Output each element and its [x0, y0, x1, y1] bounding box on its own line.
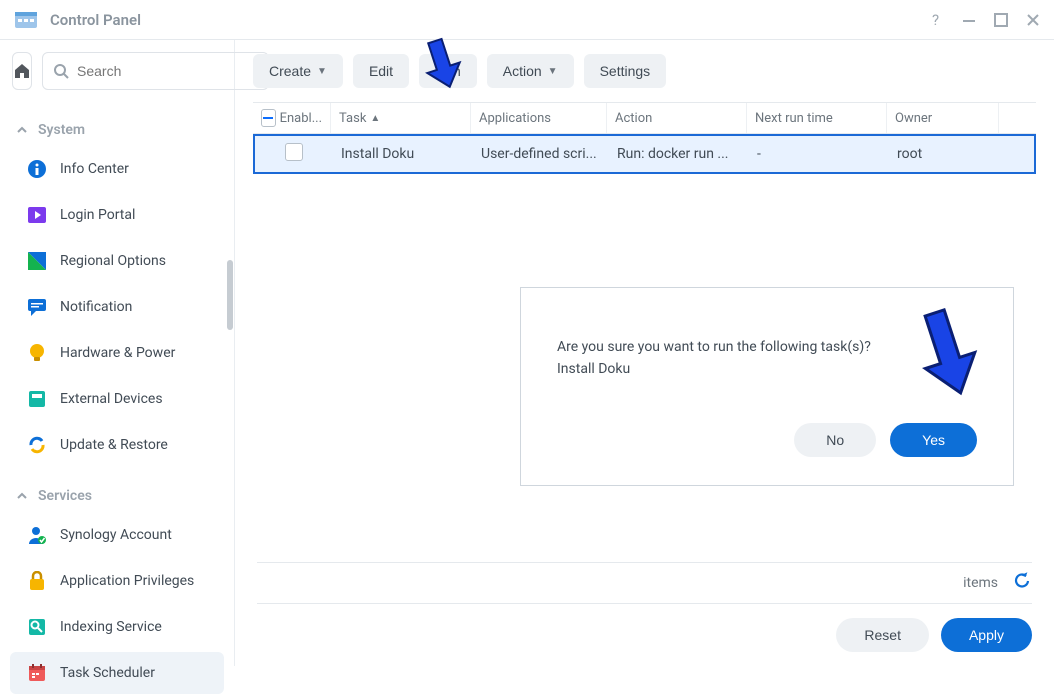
sidebar-item-label: Application Privileges: [60, 573, 194, 589]
th-applications[interactable]: Applications: [471, 103, 607, 133]
th-task[interactable]: Task▲: [331, 103, 471, 133]
lock-icon: [26, 570, 48, 592]
main-panel: Create▼ Edit Run Action▼ Settings Enabl.…: [235, 40, 1054, 666]
sidebar-item-notification[interactable]: Notification: [10, 286, 224, 328]
search-input[interactable]: [77, 63, 258, 79]
refresh-icon: [26, 434, 48, 456]
chevron-up-icon: [16, 490, 28, 502]
dialog-yes-button[interactable]: Yes: [890, 423, 977, 457]
settings-button[interactable]: Settings: [584, 54, 667, 88]
globe-icon: [26, 250, 48, 272]
action-button[interactable]: Action▼: [487, 54, 574, 88]
items-label: items: [963, 575, 998, 591]
bulb-icon: [26, 342, 48, 364]
section-label: System: [38, 122, 85, 138]
sidebar-item-hardware[interactable]: Hardware & Power: [10, 332, 224, 374]
toolbar: Create▼ Edit Run Action▼ Settings: [235, 40, 1054, 102]
run-button[interactable]: Run: [419, 54, 477, 88]
apply-button[interactable]: Apply: [941, 618, 1032, 652]
create-button[interactable]: Create▼: [253, 54, 343, 88]
sidebar-item-task-scheduler[interactable]: Task Scheduler: [10, 652, 224, 694]
info-icon: [26, 158, 48, 180]
sidebar-item-label: Update & Restore: [60, 437, 168, 453]
sidebar-item-label: Synology Account: [60, 527, 172, 543]
section-services[interactable]: Services: [0, 476, 234, 512]
th-owner[interactable]: Owner: [887, 103, 999, 133]
section-label: Services: [38, 488, 92, 504]
dialog-task-name: Install Doku: [557, 358, 977, 380]
row-checkbox[interactable]: [285, 143, 303, 161]
maximize-icon[interactable]: [994, 13, 1008, 27]
table-header: Enabl... Task▲ Applications Action Next …: [253, 102, 1036, 134]
caret-down-icon: ▼: [317, 66, 327, 77]
close-icon[interactable]: [1026, 13, 1040, 27]
cell-action: Run: docker run ...: [609, 146, 749, 162]
sidebar-item-update[interactable]: Update & Restore: [10, 424, 224, 466]
account-icon: [26, 524, 48, 546]
chevron-up-icon: [16, 124, 28, 136]
sort-asc-icon: ▲: [370, 113, 380, 124]
sidebar-item-info-center[interactable]: Info Center: [10, 148, 224, 190]
minimize-icon[interactable]: [962, 13, 976, 27]
sidebar-item-label: Task Scheduler: [60, 665, 155, 681]
svg-text:?: ?: [932, 12, 939, 28]
calendar-icon: [26, 662, 48, 684]
cell-next: -: [749, 146, 889, 162]
checkbox-indeterminate[interactable]: [261, 109, 276, 127]
cell-applications: User-defined scri...: [473, 146, 609, 162]
sidebar-item-indexing[interactable]: Indexing Service: [10, 606, 224, 648]
sidebar-item-privileges[interactable]: Application Privileges: [10, 560, 224, 602]
sidebar-item-label: Notification: [60, 299, 132, 315]
th-next-run[interactable]: Next run time: [747, 103, 887, 133]
sidebar-item-regional[interactable]: Regional Options: [10, 240, 224, 282]
table-row[interactable]: Install Doku User-defined scri... Run: d…: [253, 134, 1036, 174]
sidebar-item-label: Regional Options: [60, 253, 166, 269]
sidebar-item-label: Hardware & Power: [60, 345, 175, 361]
sidebar-item-label: External Devices: [60, 391, 163, 407]
caret-down-icon: ▼: [548, 66, 558, 77]
sidebar-item-synology-account[interactable]: Synology Account: [10, 514, 224, 556]
scrollbar-thumb[interactable]: [227, 260, 233, 330]
reset-button[interactable]: Reset: [836, 618, 929, 652]
window-title: Control Panel: [50, 11, 141, 29]
help-icon[interactable]: ?: [928, 12, 944, 28]
th-action[interactable]: Action: [607, 103, 747, 133]
search-icon: [53, 63, 69, 79]
refresh-button[interactable]: [1012, 571, 1032, 595]
sidebar-item-external[interactable]: External Devices: [10, 378, 224, 420]
footer: items Reset Apply: [235, 548, 1054, 666]
sidebar-item-login-portal[interactable]: Login Portal: [10, 194, 224, 236]
index-icon: [26, 616, 48, 638]
device-icon: [26, 388, 48, 410]
portal-icon: [26, 204, 48, 226]
dialog-no-button[interactable]: No: [794, 423, 876, 457]
sidebar-item-label: Indexing Service: [60, 619, 162, 635]
cell-task: Install Doku: [333, 146, 473, 162]
control-panel-icon: [14, 8, 38, 32]
th-enabled[interactable]: Enabl...: [253, 103, 331, 133]
cell-owner: root: [889, 146, 1001, 162]
chat-icon: [26, 296, 48, 318]
edit-button[interactable]: Edit: [353, 54, 409, 88]
section-system[interactable]: System: [0, 110, 234, 146]
sidebar: System Info Center Login Portal Regional…: [0, 40, 235, 666]
titlebar: Control Panel ?: [0, 0, 1054, 40]
sidebar-item-label: Login Portal: [60, 207, 135, 223]
dialog-message: Are you sure you want to run the followi…: [557, 336, 977, 358]
sidebar-item-label: Info Center: [60, 161, 129, 177]
confirm-dialog: Are you sure you want to run the followi…: [520, 287, 1014, 486]
home-button[interactable]: [12, 52, 32, 90]
